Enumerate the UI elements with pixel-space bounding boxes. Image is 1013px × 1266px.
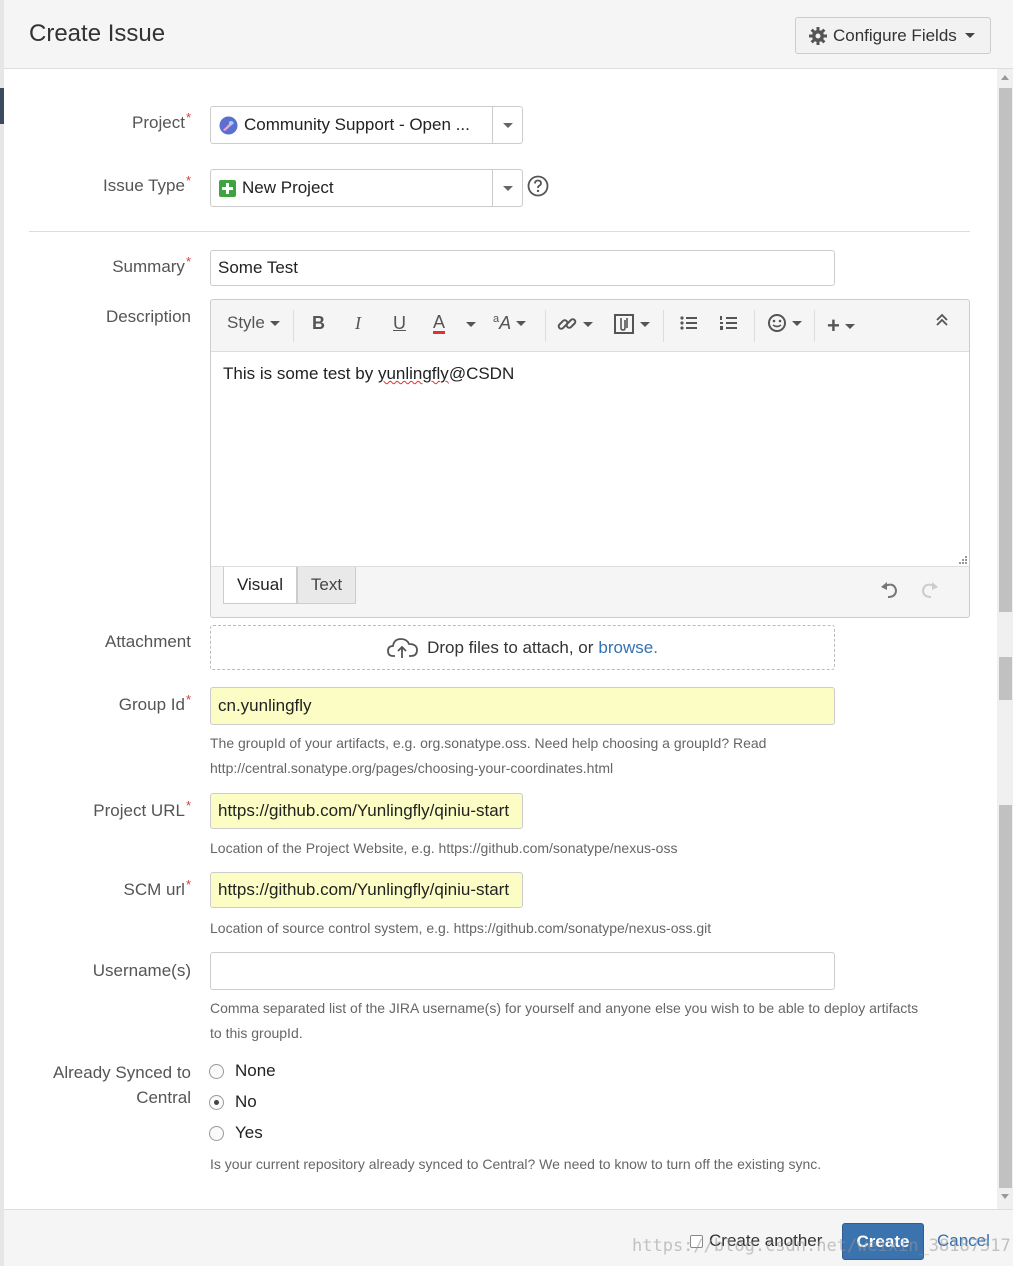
drop-text: Drop files to attach, or (427, 637, 594, 657)
undo-icon[interactable] (879, 580, 901, 600)
toolbar-separator (814, 310, 815, 342)
style-dropdown[interactable]: Style (227, 313, 280, 333)
watermark: https://blog.csdn.net/weixin_38187317 (632, 1236, 1011, 1256)
project-select[interactable]: Community Support - Open ... (210, 106, 523, 144)
underline-icon[interactable]: U (393, 313, 406, 334)
radio-option-none[interactable]: None (209, 1061, 276, 1081)
required-marker: * (185, 692, 191, 707)
scrollbar-gap (999, 612, 1012, 657)
text-format-icon[interactable]: aA (493, 313, 527, 334)
project-label: Project* (132, 110, 191, 132)
configure-fields-label: Configure Fields (833, 25, 957, 45)
scroll-down-icon[interactable] (1001, 1194, 1009, 1199)
required-marker: * (185, 254, 191, 269)
dropdown-arrow-icon[interactable] (492, 170, 522, 206)
attachment-icon[interactable] (613, 313, 650, 335)
help-icon[interactable] (527, 175, 549, 197)
project-url-hint: Location of the Project Website, e.g. ht… (210, 840, 678, 856)
chevron-down-icon (964, 33, 975, 38)
scroll-up-icon[interactable] (1001, 75, 1009, 80)
attachment-drop-zone[interactable]: Drop files to attach, or browse. (210, 625, 835, 670)
redo-icon[interactable] (918, 580, 940, 600)
scm-url-label: SCM url* (123, 877, 191, 899)
text-color-icon[interactable]: A (433, 313, 446, 334)
required-marker: * (185, 173, 191, 188)
scm-url-hint: Location of source control system, e.g. … (210, 920, 712, 936)
attachment-label: Attachment (105, 632, 191, 651)
project-url-label: Project URL* (93, 798, 191, 820)
browse-link[interactable]: browse. (598, 638, 658, 658)
summary-label: Summary* (112, 254, 191, 276)
description-text: This is some test by yunlingfly@CSDN (223, 364, 515, 383)
configure-fields-button[interactable]: Configure Fields (795, 17, 991, 54)
required-marker: * (185, 877, 191, 892)
section-divider (29, 231, 970, 232)
toolbar-separator (545, 310, 546, 342)
radio-button[interactable] (209, 1125, 224, 1141)
usernames-label: Username(s) (92, 961, 191, 980)
tab-text[interactable]: Text (297, 567, 356, 604)
scm-url-input[interactable]: https://github.com/Yunlingfly/qiniu-star… (210, 872, 523, 908)
collapse-toolbar-icon[interactable] (935, 313, 949, 327)
emoticon-icon[interactable] (767, 313, 802, 333)
toolbar-separator (293, 310, 294, 342)
insert-more-icon[interactable]: + (827, 313, 855, 339)
radio-button[interactable] (209, 1063, 224, 1079)
gear-icon (809, 26, 827, 45)
summary-input[interactable]: Some Test (210, 250, 835, 286)
project-url-input[interactable]: https://github.com/Yunlingfly/qiniu-star… (210, 793, 523, 829)
already-synced-label: Already Synced to Central (53, 1063, 191, 1107)
group-id-input[interactable]: cn.yunlingfly (210, 687, 835, 725)
description-editor: Style B I U A aA + This is some test by … (210, 299, 970, 618)
bullet-list-icon[interactable] (679, 313, 699, 333)
scrollbar-gap (999, 700, 1012, 805)
link-icon[interactable] (556, 313, 593, 335)
resize-handle-icon[interactable] (956, 554, 968, 566)
background-page-strip (0, 0, 4, 1266)
tab-visual[interactable]: Visual (223, 567, 297, 604)
required-marker: * (185, 110, 191, 125)
radio-option-no[interactable]: No (209, 1092, 257, 1112)
radio-button-checked[interactable] (209, 1094, 224, 1110)
text-color-dropdown-icon[interactable] (461, 322, 476, 327)
project-avatar-icon (219, 116, 238, 134)
background-page-accent (0, 88, 4, 124)
usernames-hint: Comma separated list of the JIRA usernam… (210, 1000, 919, 1041)
italic-icon[interactable]: I (355, 313, 361, 334)
bold-icon[interactable]: B (312, 313, 325, 334)
required-marker: * (185, 798, 191, 813)
description-text-area[interactable]: This is some test by yunlingfly@CSDN (211, 351, 969, 567)
misspelled-word: yunlingfly (377, 364, 449, 383)
project-value: Community Support - Open ... (244, 115, 470, 134)
editor-toolbar: Style B I U A aA + (211, 300, 969, 351)
radio-option-yes[interactable]: Yes (209, 1123, 263, 1143)
group-id-hint: The groupId of your artifacts, e.g. org.… (210, 735, 767, 776)
issue-type-label: Issue Type* (103, 173, 191, 195)
cloud-upload-icon (387, 637, 418, 658)
new-project-icon (219, 179, 236, 197)
toolbar-separator (663, 310, 664, 342)
issue-type-select[interactable]: New Project (210, 169, 523, 207)
already-synced-hint: Is your current repository already synce… (210, 1156, 822, 1172)
numbered-list-icon[interactable] (719, 313, 739, 333)
dialog-title: Create Issue (29, 20, 166, 47)
dialog-header: Create Issue Configure Fields (4, 0, 1013, 69)
usernames-input[interactable] (210, 952, 835, 990)
issue-type-value: New Project (242, 178, 334, 197)
dropdown-arrow-icon[interactable] (492, 107, 522, 143)
toolbar-separator (754, 310, 755, 342)
group-id-label: Group Id* (118, 692, 191, 714)
description-label: Description (105, 307, 191, 326)
